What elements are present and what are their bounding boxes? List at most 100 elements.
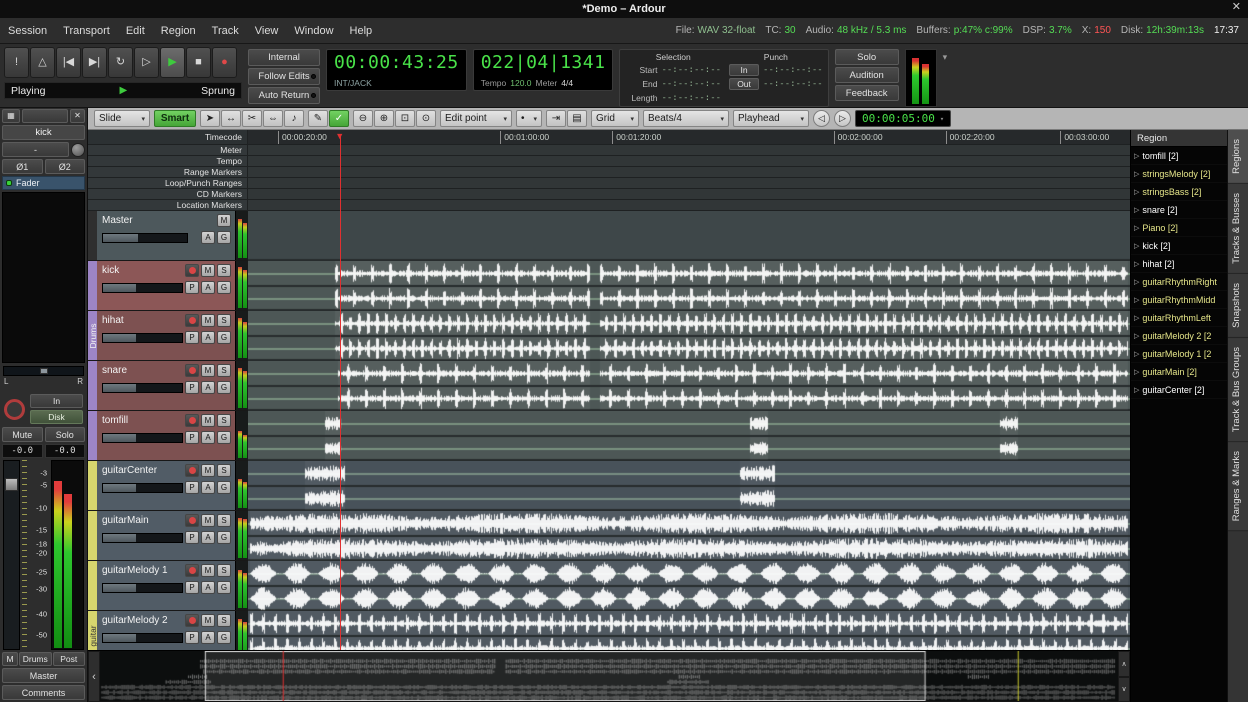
cut-tool[interactable]: ✂ — [242, 110, 262, 127]
loop-button[interactable]: ↻ — [108, 47, 133, 78]
output-master-button[interactable]: Master — [2, 668, 85, 683]
menu-transport[interactable]: Transport — [55, 25, 118, 37]
disclosure-triangle-icon[interactable]: ▷ — [1134, 314, 1139, 322]
side-tab-ranges-marks[interactable]: Ranges & Marks — [1228, 442, 1248, 531]
nav-back-button[interactable]: ◁ — [813, 110, 830, 127]
track-header-tomfill[interactable]: tomfillMSPAG — [88, 411, 248, 461]
punch-in-value[interactable]: --:--:--:-- — [763, 65, 823, 75]
waveform-canvas[interactable] — [248, 311, 1130, 361]
gain-fader-handle[interactable] — [5, 478, 18, 491]
ruler-location-markers-lane[interactable] — [248, 200, 1130, 211]
track-gain-fader[interactable] — [102, 283, 183, 293]
track-m-button[interactable]: M — [201, 614, 215, 627]
track-canvas-tomfill[interactable] — [248, 411, 1130, 461]
zoom-fit-button[interactable]: ⊡ — [395, 110, 415, 127]
toggle-internal[interactable]: Internal — [248, 49, 320, 66]
track-a-button[interactable]: A — [201, 281, 215, 294]
region-item-guitarrhythmright[interactable]: ▷guitarRhythmRight — [1131, 273, 1227, 291]
track-s-button[interactable]: S — [217, 564, 231, 577]
goto-end-button[interactable]: ▶| — [82, 47, 107, 78]
meter-value[interactable]: 4/4 — [561, 78, 573, 88]
toggle-follow-edits[interactable]: Follow Edits — [248, 68, 320, 85]
punch-out-value[interactable]: --:--:--:-- — [763, 79, 823, 89]
metronome-button[interactable]: △ — [30, 47, 55, 78]
marker-combo[interactable]: •▾ — [516, 110, 542, 127]
menu-edit[interactable]: Edit — [118, 25, 153, 37]
track-s-button[interactable]: S — [217, 464, 231, 477]
strip-menu-button[interactable] — [22, 109, 68, 123]
region-item-guitarmelody-2-2[interactable]: ▷guitarMelody 2 [2 — [1131, 327, 1227, 345]
input-selector-button[interactable]: - — [2, 142, 69, 157]
window-close-button[interactable]: ✕ — [1232, 2, 1241, 13]
menu-view[interactable]: View — [247, 25, 287, 37]
track-p-button[interactable]: P — [185, 431, 199, 444]
monitor-input-button[interactable]: In — [30, 394, 83, 408]
zoom-out-button[interactable]: ⊖ — [353, 110, 373, 127]
region-item-stringsmelody-2[interactable]: ▷stringsMelody [2] — [1131, 165, 1227, 183]
mute-button[interactable]: Mute — [2, 427, 43, 442]
selection-length-value[interactable]: --:--:--:-- — [661, 93, 721, 103]
mixer-track-name[interactable]: kick — [2, 125, 85, 140]
track-a-button[interactable]: A — [201, 231, 215, 244]
track-s-button[interactable]: S — [217, 414, 231, 427]
region-item-piano-2[interactable]: ▷Piano [2] — [1131, 219, 1227, 237]
track-g-button[interactable]: G — [217, 531, 231, 544]
mixer-close-button[interactable]: ✕ — [70, 109, 85, 123]
audition-tool[interactable]: ♪ — [284, 110, 304, 127]
track-g-button[interactable]: G — [217, 431, 231, 444]
record-enable-button[interactable] — [185, 414, 199, 427]
disclosure-triangle-icon[interactable]: ▷ — [1134, 296, 1139, 304]
track-header-guitarmelody-1[interactable]: guitarMelody 1MSPAG — [88, 561, 248, 611]
region-item-tomfill-2[interactable]: ▷tomfill [2] — [1131, 147, 1227, 165]
track-canvas-guitarmain[interactable] — [248, 511, 1130, 561]
track-m-button[interactable]: M — [201, 264, 215, 277]
group-strip[interactable] — [88, 261, 97, 310]
ruler-meter-lane[interactable] — [248, 145, 1130, 156]
track-m-button[interactable]: M — [201, 564, 215, 577]
track-g-button[interactable]: G — [217, 631, 231, 644]
group-strip[interactable] — [88, 361, 97, 410]
disclosure-triangle-icon[interactable]: ▷ — [1134, 242, 1139, 250]
track-p-button[interactable]: P — [185, 531, 199, 544]
region-item-guitarrhythmmidd[interactable]: ▷guitarRhythmMidd — [1131, 291, 1227, 309]
edit-point-combo[interactable]: Edit point▾ — [440, 110, 512, 127]
track-gain-fader[interactable] — [102, 483, 183, 493]
track-s-button[interactable]: S — [217, 264, 231, 277]
track-p-button[interactable]: P — [185, 381, 199, 394]
gain-fader[interactable] — [3, 460, 20, 650]
nav-forward-button[interactable]: ▷ — [834, 110, 851, 127]
group-strip[interactable] — [88, 461, 97, 510]
pan-handle[interactable] — [40, 368, 48, 374]
waveform-canvas[interactable] — [248, 461, 1130, 511]
disclosure-triangle-icon[interactable]: ▷ — [1134, 188, 1139, 196]
primary-clock[interactable]: 00:00:43:25 INT/JACK — [326, 49, 467, 91]
disclosure-triangle-icon[interactable]: ▷ — [1134, 278, 1139, 286]
track-a-button[interactable]: A — [201, 431, 215, 444]
tempo-value[interactable]: 120.0 — [510, 78, 531, 88]
range-tool[interactable]: ↔ — [221, 110, 241, 127]
feedback-button[interactable]: Feedback — [835, 85, 899, 101]
track-g-button[interactable]: G — [217, 381, 231, 394]
record-enable-button[interactable] — [185, 364, 199, 377]
pan-slider[interactable] — [3, 366, 84, 376]
track-gain-fader[interactable] — [102, 583, 183, 593]
track-g-button[interactable]: G — [217, 231, 231, 244]
track-p-button[interactable]: P — [185, 581, 199, 594]
menu-session[interactable]: Session — [0, 25, 55, 37]
track-canvas-guitarmelody-2[interactable] — [248, 611, 1130, 650]
track-s-button[interactable]: S — [217, 314, 231, 327]
group-strip[interactable] — [88, 511, 97, 560]
playhead-combo[interactable]: Playhead▾ — [733, 110, 809, 127]
track-s-button[interactable]: S — [217, 514, 231, 527]
processor-active-led[interactable] — [6, 180, 12, 186]
record-enable-button[interactable] — [185, 314, 199, 327]
track-s-button[interactable]: S — [217, 364, 231, 377]
phase-invert-2-button[interactable]: Ø2 — [45, 159, 86, 174]
track-header-snare[interactable]: snareMSPAG — [88, 361, 248, 411]
track-a-button[interactable]: A — [201, 531, 215, 544]
internal-edit-tool[interactable]: ✓ — [329, 110, 349, 127]
record-enable-button[interactable] — [185, 514, 199, 527]
track-m-button[interactable]: M — [201, 464, 215, 477]
track-canvas-kick[interactable] — [248, 261, 1130, 311]
track-p-button[interactable]: P — [185, 331, 199, 344]
